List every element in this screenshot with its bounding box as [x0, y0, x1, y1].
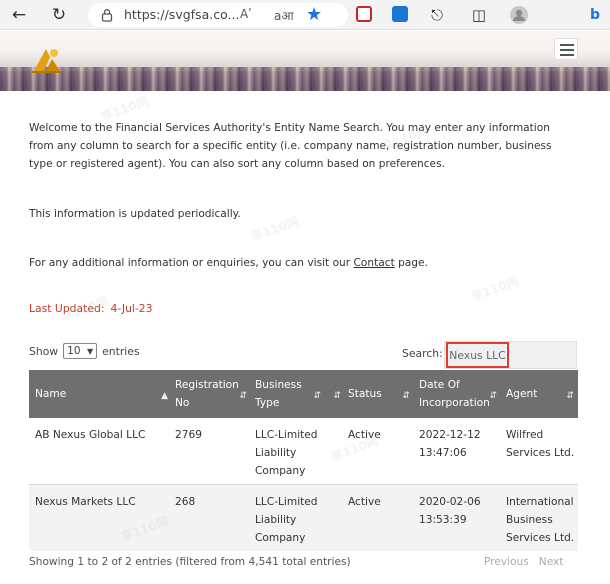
previous-button[interactable]: Previous [484, 556, 529, 568]
search-value-highlight[interactable]: Nexus LLC [446, 342, 509, 368]
read-aloud-icon[interactable]: Aʹ [240, 7, 252, 21]
table-row[interactable]: Nexus Markets LLC 268 LLC-Limited Liabil… [29, 485, 578, 551]
cell-agent: Wilfred Services Ltd. [506, 429, 575, 459]
lock-icon [101, 9, 113, 22]
sort-icon: ▲︎ [161, 391, 168, 401]
table-header: Name ▲︎ Registration No ⇵ Business Type ⇵ ⇵… [29, 370, 578, 418]
cell-business-type: LLC-Limited Liability Company [255, 496, 318, 544]
address-bar[interactable]: https://svgfsa.co... Aʹ aआ ★ [88, 3, 348, 27]
update-note: This information is updated periodically… [29, 208, 241, 220]
cell-registration: 268 [175, 496, 196, 508]
sort-icon: ⇵ [489, 391, 497, 401]
site-header-banner [0, 31, 610, 91]
split-screen-icon[interactable]: ◫ [468, 4, 490, 26]
url-text: https://svgfsa.co... [124, 7, 240, 22]
favorite-star-icon[interactable]: ★ [306, 4, 322, 25]
next-button[interactable]: Next [539, 556, 564, 568]
column-header-date[interactable]: Date Of Incorporation ⇵ [419, 370, 499, 418]
browser-toolbar: ← ↻ https://svgfsa.co... Aʹ aआ ★ ⎋ ◫ b [0, 0, 610, 30]
sort-icon: ⇵ [333, 391, 341, 401]
back-icon[interactable]: ← [8, 4, 30, 26]
table-row[interactable]: AB Nexus Global LLC 2769 LLC-Limited Lia… [29, 418, 578, 484]
search-label: Search: [402, 347, 443, 360]
column-sort-handle[interactable]: ⇵ [327, 370, 341, 418]
cell-name: Nexus Markets LLC [35, 496, 136, 508]
cell-name: AB Nexus Global LLC [35, 429, 146, 441]
cell-status: Active [348, 429, 381, 441]
chevron-down-icon: ▼ [86, 347, 94, 356]
cell-date: 2022-12-12 13:47:06 [419, 429, 481, 459]
cell-status: Active [348, 496, 381, 508]
profile-avatar-icon[interactable] [508, 4, 530, 26]
fsa-logo[interactable] [30, 41, 66, 75]
s-extension-icon[interactable] [392, 6, 408, 22]
contact-link[interactable]: Contact [354, 257, 395, 269]
sort-icon: ⇵ [239, 391, 247, 401]
cell-agent: International Business Services Ltd. [506, 496, 575, 544]
column-header-name[interactable]: Name ▲︎ [35, 370, 170, 418]
translate-icon[interactable]: aआ [274, 7, 294, 24]
watermark: 享110网 [469, 274, 521, 304]
sort-icon: ⇵ [402, 391, 410, 401]
bing-icon[interactable]: b [584, 4, 606, 26]
cell-business-type: LLC-Limited Liability Company [255, 429, 318, 477]
column-header-status[interactable]: Status ⇵ [348, 370, 412, 418]
sort-icon: ⇵ [313, 391, 321, 401]
contact-paragraph: For any additional information or enquir… [29, 257, 428, 269]
refresh-icon[interactable]: ↻ [48, 4, 70, 26]
table-info: Showing 1 to 2 of 2 entries (filtered fr… [29, 556, 351, 568]
pagination: Previous Next [484, 556, 573, 568]
cell-date: 2020-02-06 13:53:39 [419, 496, 481, 526]
sort-icon: ⇵ [566, 391, 574, 401]
column-header-business-type[interactable]: Business Type ⇵ [255, 370, 323, 418]
city-skyline-image [0, 67, 610, 91]
column-header-agent[interactable]: Agent ⇵ [506, 370, 576, 418]
entries-select[interactable]: 10 ▼ [63, 343, 98, 359]
last-updated: Last Updated: 4-Jul-23 [29, 302, 153, 315]
shield-extension-icon[interactable] [356, 6, 372, 22]
cell-registration: 2769 [175, 429, 202, 441]
intro-paragraph: Welcome to the Financial Services Author… [29, 122, 552, 170]
entries-length-control: Show 10 ▼ entries [29, 343, 140, 359]
column-header-registration[interactable]: Registration No ⇵ [175, 370, 249, 418]
menu-hamburger-icon[interactable] [554, 38, 578, 60]
extensions-puzzle-icon[interactable]: ⎋ [426, 4, 448, 26]
